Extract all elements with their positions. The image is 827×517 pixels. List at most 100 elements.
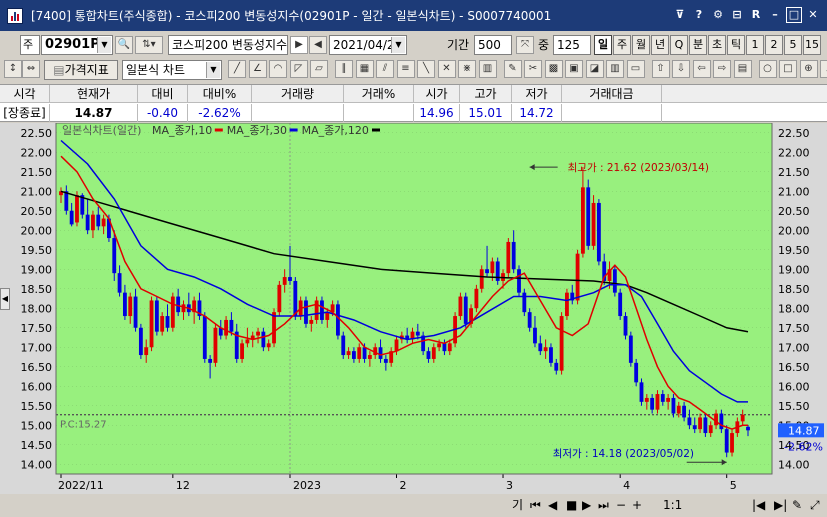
settings-icon[interactable]: ⚙ bbox=[710, 7, 726, 23]
candle-body bbox=[165, 316, 170, 328]
step-back-icon[interactable]: 기 bbox=[512, 496, 523, 514]
quote-header-2: 대비 bbox=[138, 85, 188, 103]
period-button-9[interactable]: 2 bbox=[765, 35, 783, 55]
candle-body bbox=[240, 343, 244, 359]
line-tool-icon[interactable]: ╱ bbox=[228, 60, 246, 78]
symbol-name-field[interactable]: 코스피200 변동성지수 bbox=[168, 35, 288, 55]
grid-tool-icon[interactable]: ▦ bbox=[355, 60, 374, 78]
chevron-down-icon[interactable]: ▼ bbox=[206, 62, 220, 78]
edit-icon[interactable]: ✎ bbox=[792, 496, 802, 514]
bar-chart-icon[interactable]: ▥ bbox=[606, 60, 624, 78]
zoom-in-icon[interactable]: ⊕ bbox=[799, 60, 818, 78]
sort-list-icon[interactable]: ⇅▾ bbox=[135, 36, 163, 54]
period-button-4[interactable]: Q bbox=[670, 35, 688, 55]
side-panel-toggle[interactable]: ◀ bbox=[0, 288, 10, 310]
arrow-left-icon[interactable]: ⇦ bbox=[692, 60, 711, 78]
y-tick-right: 16.00 bbox=[778, 380, 810, 393]
fibonacci-icon[interactable]: ≡ bbox=[396, 60, 415, 78]
arrow-right-icon[interactable]: ⇨ bbox=[713, 60, 731, 78]
reset-icon[interactable]: R bbox=[748, 7, 764, 23]
period-button-10[interactable]: 5 bbox=[784, 35, 802, 55]
diagonal-lines-icon[interactable]: ╲ bbox=[417, 60, 435, 78]
first-page-icon[interactable]: |◀ bbox=[752, 496, 765, 514]
period-button-3[interactable]: 년 bbox=[651, 35, 669, 55]
arc-tool-icon[interactable]: ◠ bbox=[269, 60, 287, 78]
stop-icon[interactable]: ■ bbox=[566, 496, 577, 514]
candle-body bbox=[91, 214, 95, 231]
candle-body bbox=[474, 288, 479, 309]
next-arrow-icon[interactable]: ▶ bbox=[290, 36, 308, 54]
palette-icon[interactable]: ▩ bbox=[544, 60, 563, 78]
play-back-icon[interactable]: ◀ bbox=[548, 496, 557, 514]
expand-horizontal-icon[interactable]: ⇔ bbox=[22, 60, 40, 78]
minimize-icon[interactable]: – bbox=[767, 7, 783, 23]
period-button-1[interactable]: 주 bbox=[613, 35, 631, 55]
fast-forward-icon[interactable]: ⏭ bbox=[598, 496, 609, 514]
expand-vertical-icon[interactable]: ↕ bbox=[4, 60, 22, 78]
chevron-down-icon[interactable]: ▼ bbox=[97, 37, 111, 53]
play-icon[interactable]: ▶ bbox=[582, 496, 591, 514]
help-icon[interactable]: ? bbox=[691, 7, 707, 23]
y-tick-left: 14.00 bbox=[21, 458, 53, 471]
quote-header-1: 현재가 bbox=[50, 85, 138, 103]
layout-icon[interactable]: ⊟ bbox=[729, 7, 745, 23]
arrow-down-icon[interactable]: ⇩ bbox=[672, 60, 690, 78]
date-input[interactable]: 2021/04/29 ▼ bbox=[329, 35, 407, 55]
arrow-up-icon[interactable]: ⇧ bbox=[651, 60, 670, 78]
image-icon[interactable]: ▣ bbox=[565, 60, 583, 78]
maximize-icon[interactable]: □ bbox=[786, 7, 802, 23]
y-tick-right: 22.50 bbox=[778, 127, 810, 140]
pencil-icon[interactable]: ✎ bbox=[503, 60, 522, 78]
period-input[interactable]: 500 bbox=[474, 35, 512, 55]
circle-tool-icon[interactable]: ○ bbox=[758, 60, 777, 78]
candle-body bbox=[362, 347, 367, 359]
magnifier-icon[interactable]: ⌕ bbox=[820, 60, 827, 78]
zoom-in-icon[interactable]: + bbox=[632, 496, 642, 514]
x-tick-label: 2022/11 bbox=[58, 479, 104, 492]
period-button-2[interactable]: 월 bbox=[632, 35, 650, 55]
prev-arrow-icon[interactable]: ◀ bbox=[309, 36, 327, 54]
period-button-7[interactable]: 틱 bbox=[727, 35, 745, 55]
vertical-lines-icon[interactable]: ∥ bbox=[335, 60, 353, 78]
zoom-fit-icon[interactable]: ⤧ bbox=[516, 36, 534, 54]
pin-icon[interactable]: ⊽ bbox=[672, 7, 688, 23]
period-button-6[interactable]: 초 bbox=[708, 35, 726, 55]
last-page-icon[interactable]: ▶| bbox=[774, 496, 787, 514]
text-box-icon[interactable]: ▭ bbox=[626, 60, 645, 78]
erase-icon[interactable]: ✂ bbox=[524, 60, 542, 78]
close-icon[interactable]: ✕ bbox=[805, 7, 821, 23]
gann-icon[interactable]: ⋇ bbox=[458, 60, 476, 78]
candlestick-chart[interactable]: 22.50 22.50 22.00 22.00 21.50 21.50 21.00 21.00… bbox=[0, 122, 827, 494]
y-tick-left: 20.00 bbox=[21, 224, 53, 237]
quote-header-0: 시각 bbox=[0, 85, 50, 103]
angle-tool-icon[interactable]: ∠ bbox=[248, 60, 267, 78]
legend-label: MA_종가,120 bbox=[302, 124, 369, 137]
cross-lines-icon[interactable]: ✕ bbox=[437, 60, 456, 78]
zoom-out-icon[interactable]: − bbox=[616, 496, 626, 514]
symbol-code-input[interactable]: 02901P ▼ bbox=[41, 35, 113, 55]
market-select[interactable]: 주 bbox=[20, 35, 40, 55]
indicator-button[interactable]: ▤가격지표 bbox=[44, 60, 118, 80]
candle-body bbox=[517, 269, 521, 293]
period-button-8[interactable]: 1 bbox=[746, 35, 764, 55]
rectangle-tool-icon[interactable]: □ bbox=[779, 60, 797, 78]
search-icon[interactable]: 🔍 bbox=[115, 36, 133, 54]
chevron-down-icon[interactable]: ▼ bbox=[391, 37, 405, 53]
chart-area[interactable]: 22.50 22.50 22.00 22.00 21.50 21.50 21.00 21.00… bbox=[0, 122, 827, 494]
stamp-icon[interactable]: ◪ bbox=[585, 60, 604, 78]
period-button-11[interactable]: 15 bbox=[803, 35, 821, 55]
channel-tool-icon[interactable]: ▱ bbox=[310, 60, 328, 78]
candle-body bbox=[341, 335, 346, 356]
shade-lines-icon[interactable]: ▥ bbox=[478, 60, 497, 78]
y-tick-right: 19.50 bbox=[778, 244, 810, 257]
page-icon[interactable]: ▤ bbox=[733, 60, 752, 78]
fullscreen-icon[interactable]: ⤢ bbox=[810, 496, 820, 514]
rewind-icon[interactable]: ⏮ bbox=[530, 496, 541, 514]
y-tick-right: 14.00 bbox=[778, 458, 810, 471]
interval-input[interactable]: 125 bbox=[553, 35, 591, 55]
period-button-5[interactable]: 분 bbox=[689, 35, 707, 55]
period-button-0[interactable]: 일 bbox=[594, 35, 612, 55]
chart-type-select[interactable]: 일본식 차트 ▼ bbox=[122, 60, 222, 80]
fan-tool-icon[interactable]: ◸ bbox=[289, 60, 308, 78]
parallel-lines-icon[interactable]: ⫽ bbox=[376, 60, 394, 78]
